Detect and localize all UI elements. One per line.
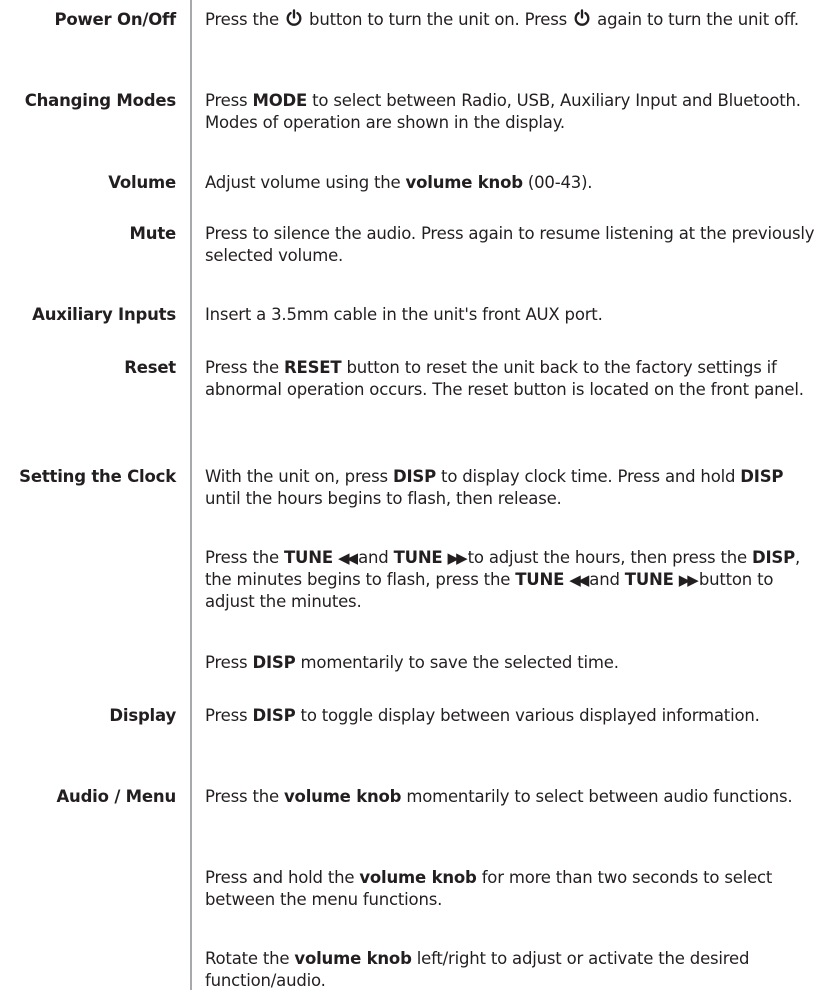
- desc-clock-3: Press DISP momentarily to save the selec…: [205, 653, 619, 672]
- desc-audio-3: Rotate the volume knob left/right to adj…: [205, 949, 750, 990]
- term-audio: Audio / Menu: [56, 787, 176, 806]
- desc-display: Press DISP to toggle display between var…: [205, 706, 760, 725]
- term-power: Power On/Off: [54, 10, 176, 29]
- term-volume: Volume: [108, 173, 176, 192]
- term-aux: Auxiliary Inputs: [32, 305, 176, 324]
- fast-forward-icon: ▶▶: [447, 549, 468, 567]
- power-icon: [286, 9, 302, 26]
- desc-power: Press the button to turn the unit on. Pr…: [205, 9, 799, 29]
- desc-audio-1: Press the volume knob momentarily to sel…: [205, 787, 793, 806]
- rewind-icon: ◀◀: [569, 571, 589, 589]
- power-icon: [574, 9, 590, 26]
- term-reset: Reset: [124, 358, 176, 377]
- term-mute: Mute: [129, 224, 177, 243]
- rewind-icon: ◀◀: [337, 549, 358, 567]
- desc-mute: Press to silence the audio. Press again …: [205, 224, 815, 265]
- desc-reset: Press the RESET button to reset the unit…: [205, 358, 804, 399]
- desc-modes: Press MODE to select between Radio, USB,…: [205, 91, 801, 132]
- desc-volume: Adjust volume using the volume knob (00-…: [205, 173, 593, 192]
- fast-forward-icon: ▶▶: [678, 571, 699, 589]
- desc-clock-2: Press the TUNE ◀◀ and TUNE ▶▶ to adjust th…: [205, 548, 801, 611]
- desc-clock-1: With the unit on, press DISP to display …: [205, 467, 784, 508]
- term-display: Display: [109, 706, 176, 725]
- term-clock: Setting the Clock: [19, 467, 176, 486]
- desc-aux: Insert a 3.5mm cable in the unit's front…: [205, 305, 603, 324]
- desc-audio-2: Press and hold the volume knob for more …: [205, 868, 773, 909]
- column-divider: [190, 0, 192, 990]
- term-modes: Changing Modes: [24, 91, 176, 110]
